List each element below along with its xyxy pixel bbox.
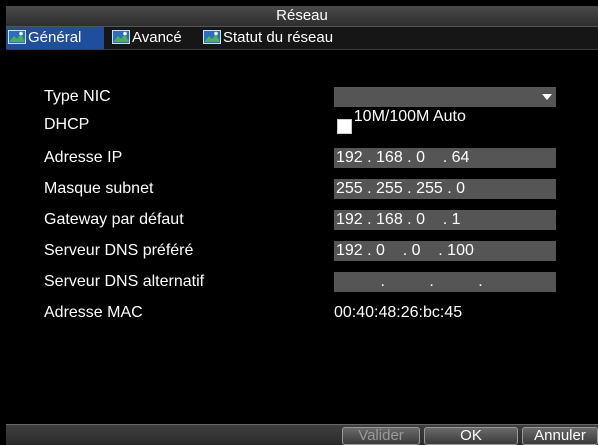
network-settings-window: Réseau Général Avancé Statut du réseau T… (6, 6, 598, 445)
apply-button[interactable]: Valider (342, 427, 420, 445)
ip-address-label: Adresse IP (44, 149, 123, 166)
nic-type-select[interactable]: 10M/100M Auto (334, 87, 556, 125)
subnet-mask-field[interactable]: 255 . 255 . 255 . 0 (334, 179, 556, 199)
button-bar: Valider OK Annuler (6, 424, 598, 445)
dns-alternate-label: Serveur DNS alternatif (44, 273, 205, 290)
chevron-down-icon (542, 94, 552, 100)
tab-advanced[interactable]: Avancé (110, 27, 182, 49)
cancel-button[interactable]: Annuler (522, 427, 598, 445)
network-icon (112, 30, 130, 45)
tab-general-label: Général (28, 29, 82, 46)
tab-network-status-label: Statut du réseau (223, 29, 334, 46)
dns-preferred-label: Serveur DNS préféré (44, 242, 194, 259)
nic-type-value: 10M/100M Auto (353, 108, 466, 125)
tab-advanced-label: Avancé (132, 29, 182, 46)
network-icon (203, 30, 221, 45)
tab-network-status[interactable]: Statut du réseau (201, 27, 333, 49)
window-title: Réseau (6, 6, 598, 27)
gateway-field[interactable]: 192 . 168 . 0 . 1 (334, 210, 556, 230)
ip-address-field[interactable]: 192 . 168 . 0 . 64 (334, 148, 556, 168)
tab-general[interactable]: Général (6, 27, 104, 49)
nic-type-label: Type NIC (44, 88, 111, 105)
dhcp-label: DHCP (44, 116, 90, 133)
dhcp-checkbox[interactable] (337, 119, 352, 134)
gateway-label: Gateway par défaut (44, 211, 184, 228)
tab-bar: Général Avancé Statut du réseau (6, 27, 598, 50)
network-icon (8, 30, 26, 45)
mac-address-label: Adresse MAC (44, 304, 143, 321)
ok-button[interactable]: OK (424, 427, 518, 445)
mac-address-value: 00:40:48:26:bc:45 (334, 304, 463, 321)
dns-alternate-field[interactable]: . . . (334, 272, 556, 292)
dns-preferred-field[interactable]: 192 . 0 . 0 . 100 (334, 241, 556, 261)
subnet-mask-label: Masque subnet (44, 180, 154, 197)
